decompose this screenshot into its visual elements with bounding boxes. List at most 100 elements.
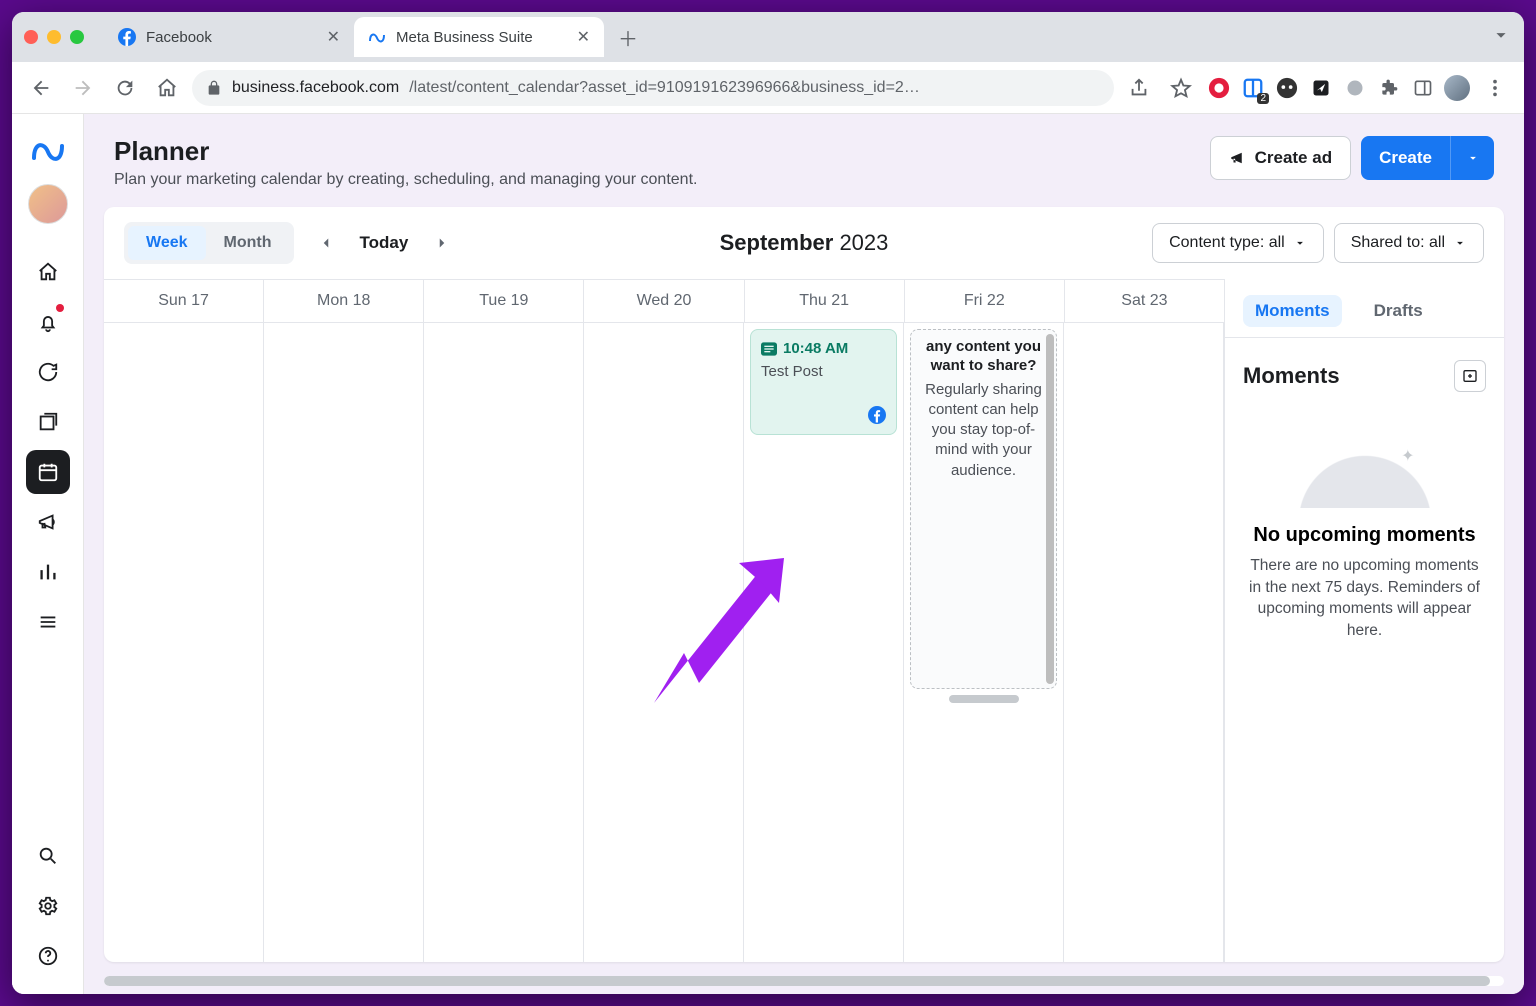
tab-moments[interactable]: Moments <box>1243 295 1342 327</box>
tab-title: Meta Business Suite <box>396 29 533 46</box>
close-tab-icon[interactable]: ✕ <box>577 27 590 47</box>
content-type-filter[interactable]: Content type: all <box>1152 223 1324 263</box>
meta-logo-icon[interactable] <box>28 130 68 170</box>
nav-content[interactable] <box>26 400 70 444</box>
close-window-icon[interactable] <box>24 30 38 44</box>
today-button[interactable]: Today <box>348 233 421 253</box>
calendar-column[interactable] <box>424 323 584 962</box>
tab-facebook[interactable]: Facebook ✕ <box>104 17 354 57</box>
create-ad-button[interactable]: Create ad <box>1210 136 1351 180</box>
share-icon[interactable] <box>1122 71 1156 105</box>
moon-icon <box>1295 438 1435 508</box>
view-month-button[interactable]: Month <box>206 226 290 260</box>
create-button[interactable]: Create <box>1361 136 1450 180</box>
nav-insights[interactable] <box>26 550 70 594</box>
day-header: Thu 21 <box>745 280 905 322</box>
calendar-column[interactable] <box>1064 323 1224 962</box>
month-label: September 2023 <box>720 230 889 256</box>
forward-button[interactable] <box>66 71 100 105</box>
extensions-menu-icon[interactable] <box>1376 75 1402 101</box>
tab-meta-business-suite[interactable]: Meta Business Suite ✕ <box>354 17 604 57</box>
shared-to-filter[interactable]: Shared to: all <box>1334 223 1484 263</box>
extension-icon[interactable] <box>1308 75 1334 101</box>
url-field[interactable]: business.facebook.com/latest/content_cal… <box>192 70 1114 106</box>
nav-help[interactable] <box>26 934 70 978</box>
kebab-menu-icon[interactable] <box>1478 71 1512 105</box>
calendar-toolbar: Week Month Today September 2023 Content … <box>104 207 1504 279</box>
page-subtitle: Plan your marketing calendar by creating… <box>114 171 697 189</box>
extension-icon[interactable]: 2 <box>1240 75 1266 101</box>
view-week-button[interactable]: Week <box>128 226 206 260</box>
tab-drafts[interactable]: Drafts <box>1362 295 1435 327</box>
calendar-column[interactable] <box>264 323 424 962</box>
calendar-header-row: Sun 17 Mon 18 Tue 19 Wed 20 Thu 21 Fri 2… <box>104 279 1224 323</box>
view-segment: Week Month <box>124 222 294 264</box>
profile-avatar-icon[interactable] <box>1444 75 1470 101</box>
nav-home[interactable] <box>26 250 70 294</box>
day-header: Sun 17 <box>104 280 264 322</box>
add-moment-button[interactable] <box>1454 360 1486 392</box>
extension-icon[interactable] <box>1274 75 1300 101</box>
create-split-button: Create <box>1361 136 1494 180</box>
calendar-card: Week Month Today September 2023 Content … <box>104 207 1504 962</box>
empty-title: No upcoming moments <box>1247 524 1482 547</box>
nav-settings[interactable] <box>26 884 70 928</box>
tabs-overflow-icon[interactable] <box>1490 24 1512 51</box>
text-card-icon <box>761 342 777 356</box>
schedule-hint-card[interactable]: any content you want to share? Regularly… <box>910 329 1057 689</box>
side-panel-icon[interactable] <box>1410 75 1436 101</box>
back-button[interactable] <box>24 71 58 105</box>
moments-heading: Moments <box>1243 363 1340 389</box>
nav-all-tools[interactable] <box>26 600 70 644</box>
nav-ads[interactable] <box>26 500 70 544</box>
tab-title: Facebook <box>146 29 212 46</box>
home-button[interactable] <box>150 71 184 105</box>
meta-icon <box>368 28 386 46</box>
left-nav-rail <box>12 114 84 994</box>
minimize-window-icon[interactable] <box>47 30 61 44</box>
page-header: Planner Plan your marketing calendar by … <box>84 114 1524 207</box>
side-panel: Moments Drafts Moments No upcoming momen… <box>1224 279 1504 962</box>
nav-inbox[interactable] <box>26 350 70 394</box>
day-header: Fri 22 <box>905 280 1065 322</box>
day-header: Wed 20 <box>584 280 744 322</box>
calendar-column[interactable] <box>584 323 744 962</box>
facebook-icon <box>118 28 136 46</box>
prev-week-button[interactable] <box>308 225 344 261</box>
side-tabs: Moments Drafts <box>1225 279 1504 338</box>
moments-empty-state: No upcoming moments There are no upcomin… <box>1225 398 1504 662</box>
maximize-window-icon[interactable] <box>70 30 84 44</box>
day-header: Mon 18 <box>264 280 424 322</box>
close-tab-icon[interactable]: ✕ <box>327 27 340 47</box>
calendar-column[interactable]: 10:48 AM Test Post <box>744 323 904 962</box>
calendar-column[interactable]: any content you want to share? Regularly… <box>904 323 1064 962</box>
calendar-body: 10:48 AM Test Post any <box>104 323 1224 962</box>
address-bar: business.facebook.com/latest/content_cal… <box>12 62 1524 114</box>
day-header: Tue 19 <box>424 280 584 322</box>
scheduled-post-card[interactable]: 10:48 AM Test Post <box>750 329 897 435</box>
scrollbar[interactable] <box>1046 334 1054 684</box>
nav-notifications[interactable] <box>26 300 70 344</box>
next-week-button[interactable] <box>424 225 460 261</box>
new-tab-button[interactable]: ＋ <box>612 21 644 53</box>
window-controls <box>24 30 84 44</box>
horizontal-scrollbar-thumb[interactable] <box>949 695 1019 703</box>
lock-icon <box>206 80 222 96</box>
nav-planner[interactable] <box>26 450 70 494</box>
reload-button[interactable] <box>108 71 142 105</box>
horizontal-scrollbar[interactable] <box>104 976 1504 986</box>
account-avatar[interactable] <box>28 184 68 224</box>
extension-icon[interactable] <box>1342 75 1368 101</box>
page-title: Planner <box>114 136 697 167</box>
url-host: business.facebook.com <box>232 79 399 97</box>
star-bookmark-icon[interactable] <box>1164 71 1198 105</box>
day-header: Sat 23 <box>1065 280 1224 322</box>
post-title: Test Post <box>761 363 886 380</box>
calendar-column[interactable] <box>104 323 264 962</box>
post-time: 10:48 AM <box>761 340 886 357</box>
create-dropdown-button[interactable] <box>1450 136 1494 180</box>
url-path: /latest/content_calendar?asset_id=910919… <box>409 79 920 97</box>
nav-search[interactable] <box>26 834 70 878</box>
extension-icon[interactable] <box>1206 75 1232 101</box>
megaphone-icon <box>1229 149 1247 167</box>
